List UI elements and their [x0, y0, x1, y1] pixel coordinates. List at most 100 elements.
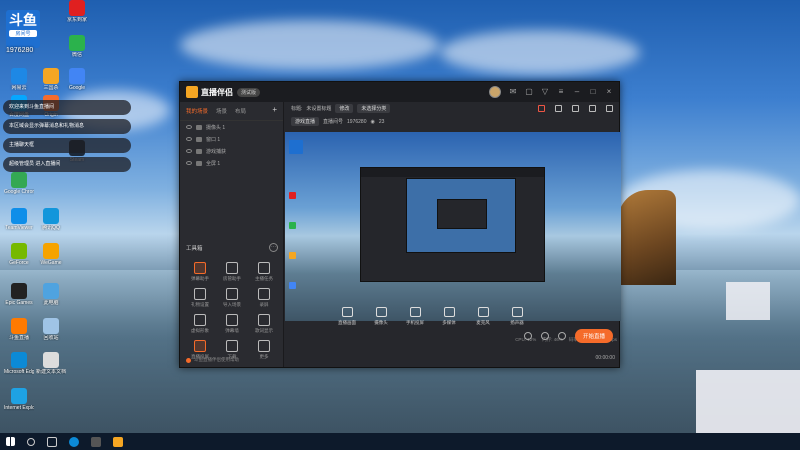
tool-item[interactable]: 房管助手 — [216, 262, 248, 282]
tab-layout[interactable]: 布局 — [235, 107, 246, 115]
eye-icon[interactable] — [540, 332, 549, 340]
edit-title-button[interactable]: 修改 — [335, 104, 354, 113]
tool-item[interactable]: 礼物设置 — [184, 288, 216, 308]
maximize-icon[interactable]: □ — [589, 88, 597, 96]
stream-preview[interactable] — [285, 132, 621, 321]
desktop-icon-label: GeForce — [9, 260, 29, 266]
toolbox-title: 工具箱 — [186, 246, 203, 252]
chrome-icon[interactable] — [91, 436, 101, 447]
desktop-icon[interactable]: 新建文本文档 — [36, 352, 66, 375]
stream-type-select[interactable]: 游戏直播 — [291, 117, 320, 126]
desktop-icon[interactable]: 回收站 — [36, 318, 66, 341]
toolbox-more-button[interactable]: ··· — [269, 243, 278, 252]
eye-icon[interactable] — [186, 125, 192, 129]
scene-item[interactable]: 游戏捕获 — [180, 145, 283, 157]
microphone-button[interactable]: 麦克风 — [471, 307, 495, 326]
eye-icon[interactable] — [186, 149, 192, 153]
scene-label: 窗口 1 — [206, 136, 221, 143]
menu-icon[interactable]: ≡ — [557, 88, 565, 96]
speaker-icon — [511, 307, 523, 317]
tool-item[interactable]: 主播任务 — [248, 262, 280, 282]
screen-capture-button[interactable]: 直播画面 — [335, 307, 359, 326]
speaker-button[interactable]: 扬声器 — [505, 307, 529, 326]
desktop-icon[interactable]: 此电脑 — [36, 283, 66, 306]
phone-cast-button[interactable]: 手机投屏 — [403, 307, 427, 326]
category-select[interactable]: 未选择分类 — [357, 104, 391, 113]
start-live-button[interactable]: 开始直播 — [574, 329, 613, 343]
tool-item[interactable]: 录屏 — [248, 288, 280, 308]
tool-icon — [226, 314, 238, 326]
app-icon — [69, 35, 85, 51]
tool-item[interactable]: 更多 — [248, 340, 280, 360]
tool-label: 更多 — [259, 354, 269, 359]
eye-icon[interactable] — [186, 161, 192, 165]
preview-nested-window — [437, 199, 487, 229]
desktop-icon-label: Epic Games — [5, 300, 33, 306]
scene-item[interactable]: 摄像头 1 — [180, 121, 283, 133]
task-view-icon[interactable] — [47, 436, 57, 447]
app-icon — [43, 318, 59, 334]
scene-item[interactable]: 全屏 1 — [180, 157, 283, 169]
app-icon — [69, 0, 85, 16]
tool-label: 歌词显示 — [255, 328, 273, 333]
notification-icon[interactable] — [538, 105, 545, 112]
game-icon — [196, 148, 202, 154]
gift-icon[interactable]: ▢ — [525, 88, 533, 96]
shirt-icon[interactable]: ▽ — [541, 88, 549, 96]
tool-item[interactable]: 导入场景 — [216, 288, 248, 308]
control-label: 摄像头 — [374, 320, 388, 325]
message-icon[interactable]: ✉ — [509, 88, 517, 96]
tool-item[interactable]: 弹幕墙 — [216, 314, 248, 334]
tool-item[interactable]: 歌词显示 — [248, 314, 280, 334]
close-icon[interactable]: × — [605, 88, 613, 96]
desktop-icon[interactable]: WeGame — [36, 243, 66, 266]
windows-start-icon[interactable] — [6, 437, 15, 446]
title-bar[interactable]: 直播伴侣 测试版 ✉ ▢ ▽ ≡ – □ × — [180, 82, 619, 102]
screen-icon — [341, 307, 353, 317]
desktop-icon[interactable]: Google — [62, 68, 92, 91]
desktop-icon[interactable]: 斗鱼直播 — [4, 318, 34, 341]
cloud — [180, 20, 440, 70]
control-label: 手机投屏 — [406, 320, 424, 325]
tool-item[interactable]: 弹幕助手 — [184, 262, 216, 282]
tab-scenes[interactable]: 场景 — [216, 107, 227, 115]
badge-title: 斗鱼 — [9, 12, 37, 28]
search-icon[interactable] — [27, 437, 35, 446]
record-icon[interactable] — [523, 332, 532, 340]
app-icon — [11, 283, 27, 299]
tab-my-scenes[interactable]: 我的场景 — [186, 107, 208, 115]
desktop-icon[interactable]: Epic Games — [4, 283, 34, 306]
add-scene-button[interactable]: + — [272, 106, 277, 115]
avatar[interactable] — [489, 86, 501, 98]
tool-icon — [258, 314, 270, 326]
minimize-icon[interactable]: – — [573, 88, 581, 96]
desktop-icon[interactable]: GeForce — [4, 243, 34, 266]
desktop-icon[interactable]: Internet Explorer — [4, 388, 34, 411]
media-button[interactable]: 多媒体 — [437, 307, 461, 326]
desktop-icon[interactable]: 微信 — [62, 35, 92, 58]
app-icon — [43, 243, 59, 259]
desktop-icon[interactable]: 网易云 — [4, 68, 34, 91]
edge-icon[interactable] — [69, 436, 79, 447]
main-area: 标题: 未设置标题 修改 未选择分类 游戏直播 直播间号 1976280 ◉ 2… — [285, 102, 621, 367]
badge-subtitle: 房间号 — [9, 30, 37, 37]
desktop-icon[interactable]: 腾讯QQ — [36, 208, 66, 231]
desktop-icon[interactable]: Microsoft Edge — [4, 352, 34, 375]
live-companion-icon[interactable] — [113, 436, 123, 447]
desktop-icon[interactable]: TeamViewer — [4, 208, 34, 231]
chat-popup: 主播聊天框 — [3, 138, 131, 153]
bell-icon[interactable] — [589, 105, 596, 112]
camera-button[interactable]: 摄像头 — [369, 307, 393, 326]
monitor-icon — [196, 160, 202, 166]
viewer-count: 23 — [378, 118, 385, 125]
help-link[interactable]: 斗鱼直播伴侣使用帮助 — [186, 357, 239, 363]
lock-icon[interactable] — [555, 105, 562, 112]
scene-item[interactable]: 窗口 1 — [180, 133, 283, 145]
gear-icon[interactable] — [557, 332, 566, 340]
eye-icon[interactable] — [186, 137, 192, 141]
version-badge: 测试版 — [237, 87, 261, 97]
tool-item[interactable]: 虚拟形象 — [184, 314, 216, 334]
share-icon[interactable] — [606, 105, 613, 112]
settings-icon[interactable] — [572, 105, 579, 112]
desktop-icon[interactable]: 京东到家 — [62, 0, 92, 23]
